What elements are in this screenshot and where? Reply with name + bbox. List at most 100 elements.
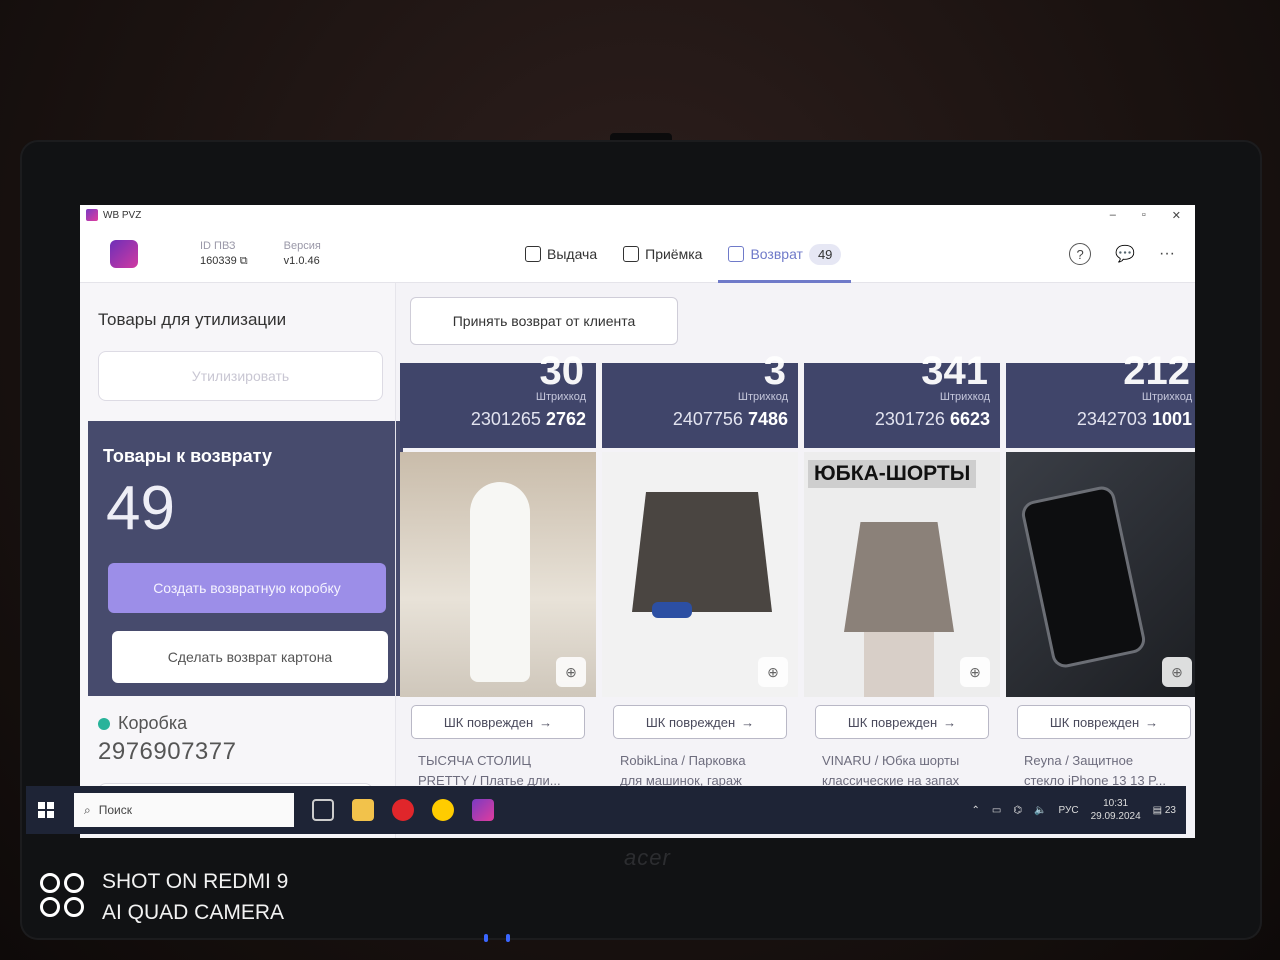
barcode-damaged-button[interactable]: ШК поврежден → [411,705,585,739]
cell-number: 3 [763,349,786,393]
wb-pvz-app-icon[interactable] [472,799,494,821]
opera-icon[interactable] [392,799,414,821]
window-title: WB PVZ [103,209,142,221]
tab-vydacha-label: Выдача [547,246,598,262]
product-image: ЮБКА-ШОРТЫ ⊕ [804,452,1000,697]
chevron-up-icon[interactable]: ⌃ [972,805,980,816]
cell-number: 30 [539,349,585,393]
yandex-browser-icon[interactable] [432,799,454,821]
barcode-value: 2342703 1001 [1076,409,1192,429]
barcode-label: Штрихкод [535,391,586,403]
returns-count: 49 [106,474,175,543]
battery-icon[interactable]: ▭ [992,805,1001,816]
tab-priemka[interactable]: Приёмка [623,225,702,283]
clock-time: 10:31 [1103,798,1129,809]
start-button[interactable] [26,786,66,834]
product-title: ТЫСЯЧА СТОЛИЦ PRETTY / Платье дли... [418,753,561,788]
barcode-label: Штрихкод [939,391,990,403]
version-label: Версия [283,239,321,252]
status-dot [98,717,110,730]
tab-vozvrat[interactable]: Возврат 49 [718,225,852,283]
arrow-right-icon: → [741,714,755,730]
card-header: 212 Штрихкод 2342703 1001 [1006,349,1195,448]
camera-watermark: SHOT ON REDMI 9 AI QUAD CAMERA [40,866,288,928]
sidebar: Товары для утилизации Утилизировать Това… [80,283,403,838]
arrow-right-icon: → [1145,714,1159,730]
product-card[interactable]: 341 Штрихкод 2301726 6623 ЮБКА-ШОРТЫ ⊕ Ш… [804,349,1000,791]
return-box-icon [728,246,745,262]
notifications-count: 23 [1164,804,1176,816]
clock-date: 29.09.2024 [1090,811,1141,822]
accept-return-button[interactable]: Принять возврат от клиента [410,297,678,345]
barcode-value: 2407756 7486 [672,409,788,429]
search-icon: ⌕ [84,802,91,817]
app-icon [86,209,98,221]
taskbar-clock[interactable]: 10:31 29.09.2024 [1091,797,1141,823]
utilize-button[interactable]: Утилизировать [98,351,383,401]
cell-number: 341 [921,349,988,393]
zoom-icon[interactable]: ⊕ [1162,657,1192,687]
barcode-damaged-button[interactable]: ШК поврежден → [815,705,989,739]
box-section: Коробка 2976907377 [98,713,236,766]
app-logo [110,239,138,268]
status-led [484,934,488,942]
version-value: v1.0.46 [283,254,320,267]
product-title: VINARU / Юбка шорты классические на запах [822,753,960,788]
file-explorer-icon[interactable] [352,799,374,821]
returns-title: Товары к возврату [103,446,272,466]
pvz-id-label: ID ПВЗ [200,239,236,252]
boxes-icon [623,246,640,262]
status-led [506,934,510,942]
zoom-icon[interactable]: ⊕ [960,657,990,687]
utilization-title: Товары для утилизации [98,310,287,329]
product-title: RobikLina / Парковка для машинок, гараж [620,753,746,788]
pvz-id-value: 160339 [200,254,237,267]
windows-taskbar: ⌕ Поиск ⌃ ▭ ⌬ 🔈 РУС 10:31 29.09.2024 ▤ 2… [26,786,1186,834]
network-icon[interactable]: ⌬ [1013,805,1022,816]
camera-logo-icon [40,873,88,921]
product-title: Reyna / Защитное стекло iPhone 13 13 P... [1024,753,1167,788]
windows-logo-icon [38,802,54,818]
barcode-damaged-button[interactable]: ШК поврежден → [613,705,787,739]
main-content: Принять возврат от клиента 30 Штрихкод 2… [395,283,1195,838]
arrow-right-icon: → [943,714,957,730]
product-image: ⊕ [400,452,596,697]
card-header: 30 Штрихкод 2301265 2762 [400,349,596,448]
acer-brand-logo: acer [624,845,671,870]
tab-vozvrat-label: Возврат [750,246,803,262]
product-image: ⊕ [1006,452,1195,697]
watermark-line2: AI QUAD CAMERA [102,901,285,924]
close-button[interactable]: ✕ [1172,209,1181,222]
product-cards: 30 Штрихкод 2301265 2762 ⊕ ШК поврежден →… [400,349,1195,791]
watermark-line1: SHOT ON REDMI 9 [102,870,289,893]
return-count-badge: 49 [808,243,842,265]
help-icon[interactable]: ? [1069,243,1092,265]
chat-icon[interactable]: 💬 [1115,244,1135,264]
language-indicator[interactable]: РУС [1059,805,1079,816]
product-card[interactable]: 30 Штрихкод 2301265 2762 ⊕ ШК поврежден →… [400,349,596,791]
notifications-icon[interactable]: ▤ 23 [1153,805,1176,816]
tab-vydacha[interactable]: Выдача [525,225,597,283]
taskbar-search[interactable]: ⌕ Поиск [74,793,294,827]
app-window: WB PVZ – ▫ ✕ ID ПВЗ 160339 ⧉ Версия v1.0… [80,205,1195,838]
volume-icon[interactable]: 🔈 [1034,805,1046,816]
product-card[interactable]: 3 Штрихкод 2407756 7486 ⊕ ШК поврежден → … [602,349,798,791]
zoom-icon[interactable]: ⊕ [758,657,788,687]
copy-icon[interactable]: ⧉ [240,255,248,267]
zoom-icon[interactable]: ⊕ [556,657,586,687]
cell-number: 212 [1123,349,1190,393]
search-placeholder: Поиск [98,803,132,817]
barcode-value: 2301265 2762 [470,409,586,429]
barcode-label: Штрихкод [737,391,788,403]
task-view-icon[interactable] [312,799,334,821]
create-return-box-button[interactable]: Создать возвратную коробку [108,563,386,613]
maximize-button[interactable]: ▫ [1142,209,1146,222]
minimize-button[interactable]: – [1110,209,1116,222]
box-number: 2976907377 [98,738,237,765]
product-card[interactable]: 212 Штрихкод 2342703 1001 ⊕ ШК поврежден… [1006,349,1195,791]
box-out-icon [525,246,541,262]
carton-return-button[interactable]: Сделать возврат картона [112,631,388,683]
arrow-right-icon: → [539,714,553,730]
barcode-damaged-button[interactable]: ШК поврежден → [1017,705,1191,739]
more-icon[interactable]: ··· [1159,245,1175,263]
